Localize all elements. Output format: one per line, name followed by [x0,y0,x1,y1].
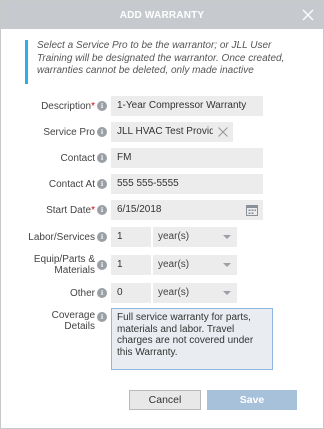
save-button[interactable]: Save [207,390,297,410]
coverage-details-textarea[interactable]: Full service warranty for parts, materia… [111,308,273,370]
info-icon[interactable]: i [97,127,107,137]
add-warranty-dialog: ADD WARRANTY Select a Service Pro to be … [0,0,324,429]
description-row: Description * i [1,96,324,116]
info-icon[interactable]: i [97,179,107,189]
dialog-titlebar: ADD WARRANTY [1,1,323,29]
calendar-icon[interactable] [245,203,259,217]
start-date-row: Start Date * i [1,200,324,220]
chevron-down-icon [223,263,231,267]
dialog-title: ADD WARRANTY [119,9,205,21]
contact-at-input[interactable] [111,174,263,194]
required-mark: * [91,100,95,112]
other-label: Other [69,287,95,299]
clear-x-icon [218,127,228,137]
start-date-input[interactable] [111,200,263,220]
labor-services-unit-select[interactable]: year(s) [153,227,237,247]
info-icon[interactable]: i [97,101,107,111]
description-input[interactable] [111,96,263,116]
other-row: Other i year(s) [1,283,324,303]
contact-at-row: Contact At i [1,174,324,194]
description-label: Description * [41,100,95,112]
coverage-details-label: Coverage Details [51,310,95,332]
info-icon[interactable]: i [97,288,107,298]
other-unit-select[interactable]: year(s) [153,283,237,303]
labor-services-label: Labor/Services [28,231,95,243]
select-value: year(s) [158,259,190,270]
info-icon[interactable]: i [97,260,107,270]
select-value: year(s) [158,287,190,298]
info-icon[interactable]: i [97,232,107,242]
chevron-down-icon [223,291,231,295]
contact-input[interactable] [111,148,263,168]
chevron-down-icon [223,235,231,239]
info-icon[interactable]: i [97,153,107,163]
start-date-label: Start Date * [46,204,95,216]
contact-row: Contact i [1,148,324,168]
info-icon[interactable]: i [97,312,107,322]
labor-services-input[interactable] [111,227,151,247]
close-icon[interactable] [300,7,316,23]
service-pro-label: Service Pro [43,126,95,138]
contact-label: Contact [60,152,95,164]
required-mark: * [91,204,95,216]
contact-at-label: Contact At [48,178,95,190]
select-value: year(s) [158,231,190,242]
equip-parts-input[interactable] [111,255,151,275]
labor-services-row: Labor/Services i year(s) [1,227,324,247]
equip-parts-label: Equip/Parts & Materials [33,254,95,276]
other-input[interactable] [111,283,151,303]
equip-parts-row: Equip/Parts & Materials i year(s) [1,254,324,276]
info-icon[interactable]: i [97,205,107,215]
clear-service-pro-button[interactable] [213,122,233,142]
service-pro-row: Service Pro i JLL HVAC Test Provider [1,122,324,142]
equip-parts-unit-select[interactable]: year(s) [153,255,237,275]
cancel-button[interactable]: Cancel [129,390,201,410]
warrantor-notice: Select a Service Pro to be the warrantor… [25,40,287,84]
